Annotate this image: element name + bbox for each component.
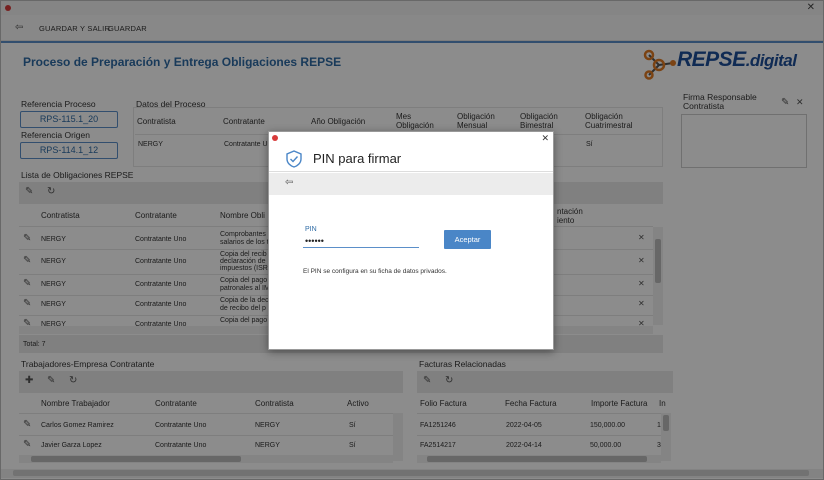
back-arrow-icon[interactable]: ⇦ (285, 177, 293, 188)
pin-note: El PIN se configura en su ficha de datos… (303, 268, 447, 275)
dialog-close-dot[interactable] (272, 135, 278, 141)
dialog-title: PIN para firmar (313, 151, 402, 166)
pin-label: PIN (305, 226, 317, 233)
dialog-header: ✕ PIN para firmar (269, 132, 553, 172)
pin-input[interactable] (303, 235, 419, 248)
pin-dialog: ✕ PIN para firmar ⇦ PIN Aceptar El PIN s… (268, 131, 554, 350)
dialog-close-icon[interactable]: ✕ (541, 133, 549, 144)
accept-button[interactable]: Aceptar (444, 230, 491, 249)
dialog-toolbar (269, 173, 553, 195)
shield-check-icon (286, 150, 302, 168)
